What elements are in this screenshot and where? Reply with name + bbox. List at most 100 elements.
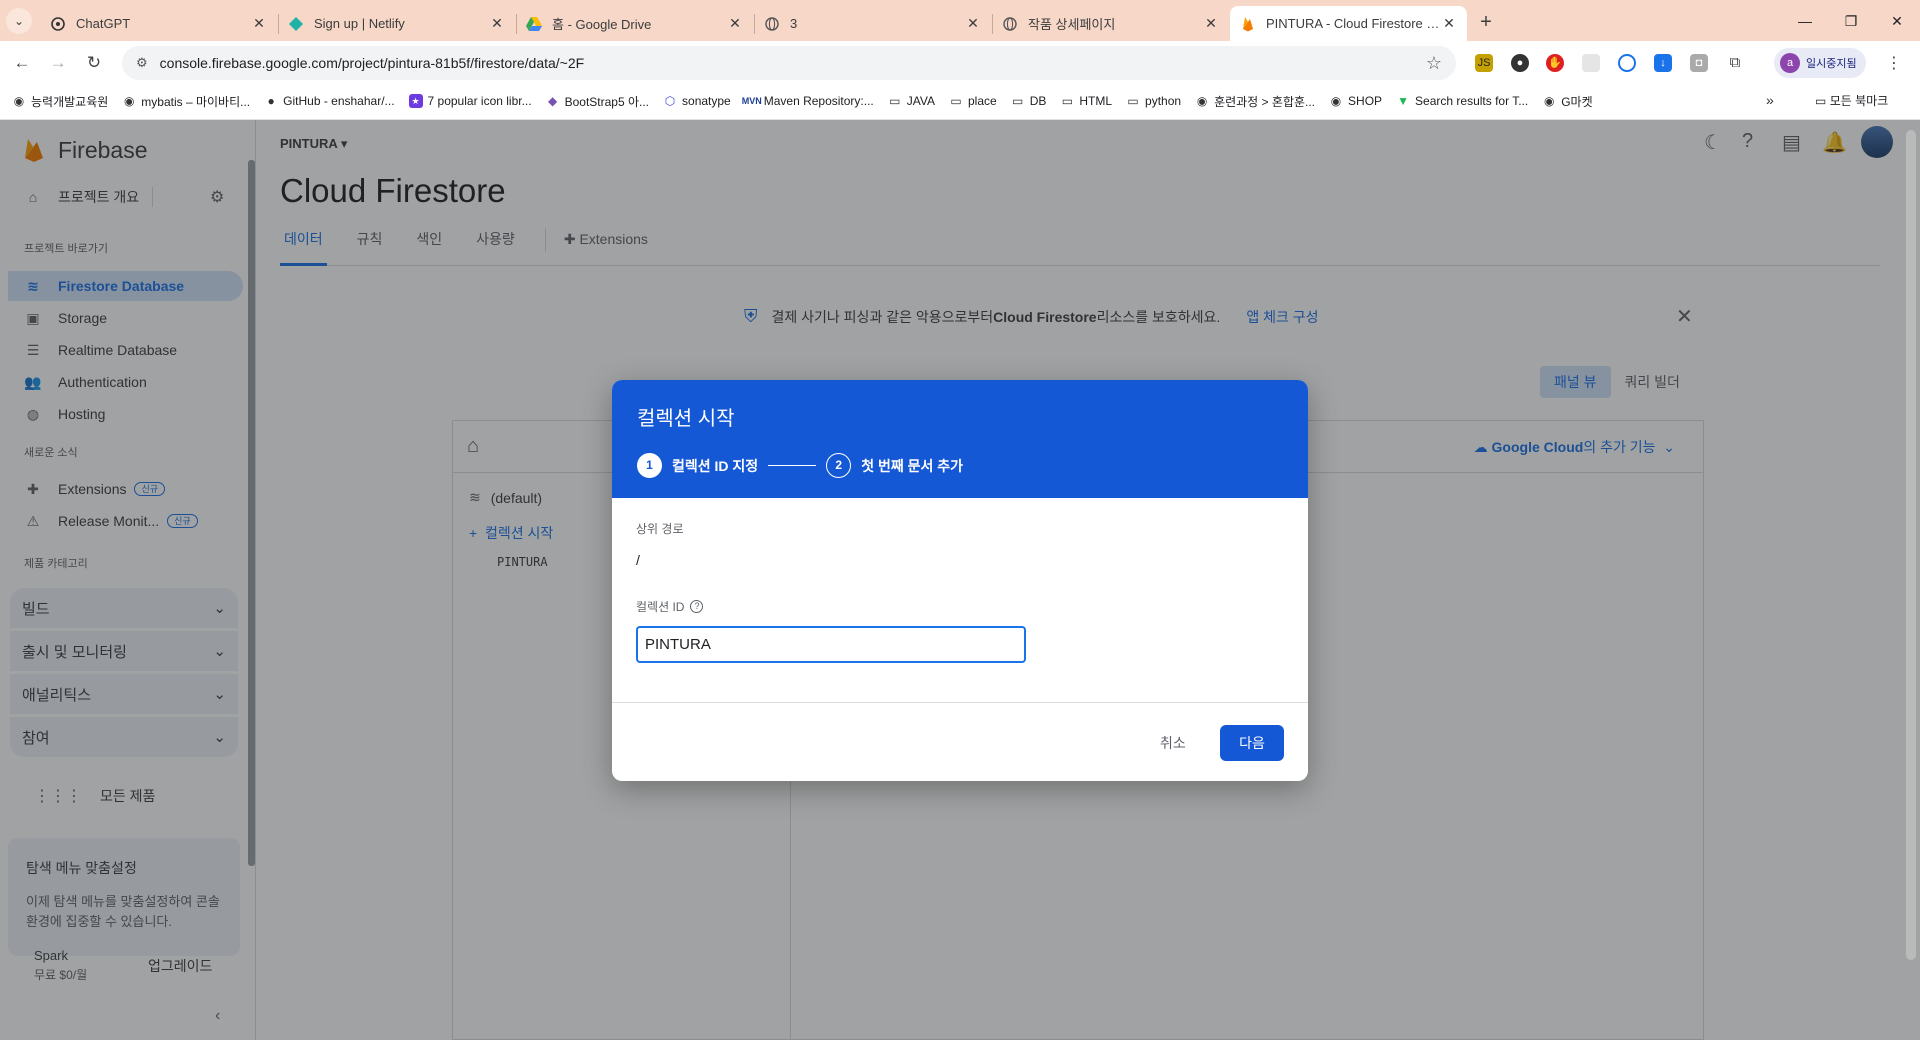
address-bar[interactable]: ⚙ console.firebase.google.com/project/pi… [122, 46, 1456, 80]
tab-title: Sign up | Netlify [314, 16, 405, 31]
tab-title: 3 [790, 16, 798, 31]
bookmark-item[interactable]: ◉ G마켓 [1542, 93, 1593, 110]
step-connector [768, 465, 817, 466]
bookmark-folder[interactable]: ▭ JAVA [888, 94, 935, 108]
folder-icon: ▭ [1012, 94, 1024, 108]
close-icon[interactable]: ✕ [727, 15, 743, 32]
start-collection-dialog: 컬렉션 시작 1 컬렉션 ID 지정 2 첫 번째 문서 추가 상위 경로 / … [612, 380, 1308, 781]
tab-title: 홈 - Google Drive [552, 17, 652, 32]
bookmark-folder[interactable]: ▭ place [949, 94, 996, 108]
chevron-down-icon: ⌄ [13, 14, 25, 28]
browser-tab-strip: ⌄ ChatGPT ✕ Sign up | Netlify ✕ 홈 - Goog… [0, 0, 1920, 41]
next-button[interactable]: 다음 [1220, 725, 1284, 761]
sonatype-icon: ⬡ [664, 94, 676, 108]
bookmark-folder[interactable]: ▭ HTML [1060, 94, 1112, 108]
dialog-header: 컬렉션 시작 1 컬렉션 ID 지정 2 첫 번째 문서 추가 [612, 380, 1308, 498]
browser-tab-firebase[interactable]: PINTURA - Cloud Firestore - Firebase ✕ [1230, 6, 1467, 41]
bookmark-item[interactable]: ▼ Search results for T... [1396, 94, 1528, 108]
globe-icon: ◉ [1330, 94, 1342, 108]
bookmark-item[interactable]: ⬡ sonatype [663, 94, 731, 108]
bookmark-star-icon[interactable]: ☆ [1426, 53, 1442, 74]
close-icon[interactable]: ✕ [1203, 15, 1219, 32]
extension-download-icon[interactable]: ↓ [1654, 54, 1672, 72]
browser-tab-artwork-detail[interactable]: 작품 상세페이지 ✕ [992, 6, 1229, 41]
all-bookmarks-folder[interactable]: ▭ 모든 북마크 [1815, 92, 1888, 109]
bookmark-item[interactable]: ◉ 능력개발교육원 [12, 93, 109, 110]
icon-library-icon: ★ [408, 94, 423, 108]
bookmark-item[interactable]: MVN Maven Repository:... [741, 94, 874, 108]
folder-icon: ▭ [1815, 93, 1827, 108]
close-icon[interactable]: ✕ [489, 15, 505, 32]
dialog-title: 컬렉션 시작 [637, 408, 735, 430]
help-icon[interactable]: ? [690, 600, 704, 613]
folder-icon: ▭ [950, 94, 962, 108]
profile-button[interactable]: a 일시중지됨 [1774, 48, 1866, 78]
extension-stop-icon[interactable]: ✋ [1546, 54, 1564, 72]
bookmark-item[interactable]: ◆ BootStrap5 아... [546, 93, 649, 110]
collection-id-input[interactable] [636, 626, 1026, 663]
tab-search-button[interactable]: ⌄ [6, 8, 32, 34]
new-tab-button[interactable]: + [1472, 8, 1500, 36]
globe-icon: ◉ [13, 94, 25, 108]
cancel-button[interactable]: 취소 [1150, 725, 1196, 761]
back-button[interactable]: ← [8, 49, 36, 77]
maven-icon: MVN [741, 96, 762, 106]
browser-tab-google-drive[interactable]: 홈 - Google Drive ✕ [516, 6, 753, 41]
globe-icon [764, 16, 780, 32]
url-text: console.firebase.google.com/project/pint… [159, 55, 585, 71]
bookmark-item[interactable]: ● GitHub - enshahar/... [264, 94, 395, 108]
tab-title: PINTURA - Cloud Firestore - Firebase [1266, 16, 1441, 31]
browser-menu-icon[interactable]: ⋮ [1886, 53, 1902, 73]
parent-path-value: / [636, 552, 640, 568]
collection-id-label: 컬렉션 ID ? [636, 598, 1284, 615]
bookmarks-bar: ◉ 능력개발교육원 ◉ mybatis – 마이바티... ● GitHub - en… [0, 83, 1920, 120]
bookmark-item[interactable]: ◉ mybatis – 마이바티... [122, 93, 250, 110]
folder-icon: ▭ [889, 94, 901, 108]
globe-icon: ◉ [124, 94, 135, 108]
extension-circle-icon[interactable]: ● [1511, 54, 1529, 72]
restore-button[interactable]: ❐ [1828, 6, 1874, 36]
bookmark-folder[interactable]: ▭ DB [1011, 94, 1046, 108]
github-icon: ● [267, 94, 275, 108]
bootstrap-icon: ◆ [547, 94, 558, 108]
extension-camera-icon[interactable]: ◘ [1690, 54, 1708, 72]
firebase-icon [1240, 16, 1256, 32]
close-icon[interactable]: ✕ [1441, 15, 1457, 32]
bookmark-item[interactable]: ◉ SHOP [1329, 94, 1382, 108]
tab-title: ChatGPT [76, 16, 131, 31]
bookmark-item[interactable]: ◉ 훈련과정 > 혼합훈... [1195, 93, 1315, 110]
browser-tab-netlify[interactable]: Sign up | Netlify ✕ [278, 6, 515, 41]
extension-js-icon[interactable]: JS [1475, 54, 1493, 72]
google-drive-icon [526, 16, 542, 32]
avatar: a [1780, 53, 1800, 73]
browser-tab-chatgpt[interactable]: ChatGPT ✕ [40, 6, 277, 41]
dialog-body: 상위 경로 / 컬렉션 ID ? [612, 498, 1308, 703]
more-bookmarks-icon[interactable]: » [1766, 92, 1774, 108]
extension-blank-icon[interactable] [1582, 54, 1600, 72]
extensions-puzzle-icon[interactable]: ⧉ [1726, 54, 1744, 72]
step-1-number: 1 [637, 453, 662, 478]
close-icon[interactable]: ✕ [965, 15, 981, 32]
vuetify-icon: ▼ [1397, 94, 1409, 108]
reload-button[interactable]: ↻ [80, 49, 108, 77]
page-scrollbar[interactable] [1906, 130, 1916, 960]
close-icon[interactable]: ✕ [251, 15, 267, 32]
profile-status: 일시중지됨 [1806, 58, 1857, 70]
forward-button[interactable]: → [44, 49, 72, 77]
step-2-label: 첫 번째 문서 추가 [861, 457, 964, 474]
browser-tab-3[interactable]: 3 ✕ [754, 6, 991, 41]
window-close-button[interactable]: ✕ [1874, 6, 1920, 36]
bookmark-folder[interactable]: ▭ python [1126, 94, 1181, 108]
folder-icon: ▭ [1061, 94, 1074, 108]
stepper: 1 컬렉션 ID 지정 2 첫 번째 문서 추가 [637, 453, 1283, 478]
site-info-icon[interactable]: ⚙ [136, 55, 148, 71]
dialog-footer: 취소 다음 [612, 703, 1308, 781]
globe-icon: ◉ [1196, 94, 1208, 108]
folder-icon: ▭ [1127, 94, 1139, 108]
bookmark-item[interactable]: ★ 7 popular icon libr... [408, 94, 532, 108]
minimize-button[interactable]: — [1782, 6, 1828, 36]
extension-ring-icon[interactable] [1618, 54, 1636, 72]
browser-toolbar: ← → ↻ ⚙ console.firebase.google.com/proj… [0, 41, 1920, 83]
globe-icon [1002, 16, 1018, 32]
globe-icon: ◉ [1543, 94, 1555, 108]
